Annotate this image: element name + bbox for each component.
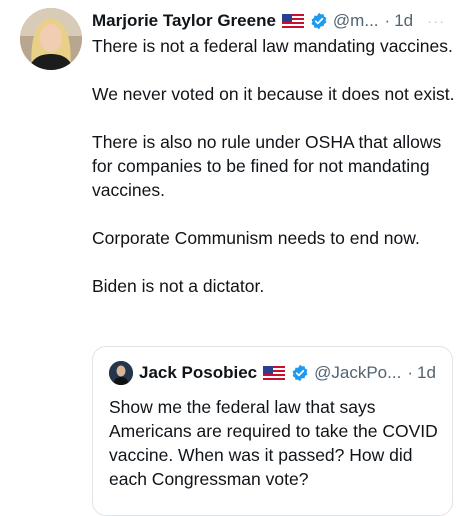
quoted-tweet[interactable]: Jack Posobiec @JackPo... · 1d Show me th… — [92, 346, 453, 516]
more-options-icon[interactable]: ··· — [427, 13, 445, 30]
tweet-timestamp[interactable]: 1d — [394, 11, 413, 31]
author-handle[interactable]: @m... — [333, 11, 379, 31]
tweet-paragraph: There is also no rule under OSHA that al… — [92, 132, 442, 200]
tweet-paragraph: Biden is not a dictator. — [92, 276, 265, 296]
us-flag-icon — [263, 366, 286, 380]
us-flag-icon — [281, 14, 304, 28]
verified-badge-icon — [292, 364, 308, 382]
tweet-text: There is not a federal law mandating vac… — [92, 34, 462, 322]
tweet-paragraph: We never voted on it because it does not… — [92, 84, 455, 104]
quoted-tweet-timestamp[interactable]: 1d — [417, 363, 436, 383]
tweet[interactable]: Marjorie Taylor Greene @m... · 1d ··· Th… — [0, 0, 473, 516]
quoted-tweet-text: Show me the federal law that says Americ… — [109, 397, 438, 489]
quoted-author-name[interactable]: Jack Posobiec — [139, 363, 257, 383]
avatar-photo-icon — [109, 361, 133, 385]
separator-dot: · — [407, 363, 413, 382]
verified-badge-icon — [311, 12, 327, 30]
tweet-paragraph: There is not a federal law mandating vac… — [92, 36, 453, 56]
tweet-header: Marjorie Taylor Greene @m... · 1d ··· — [92, 8, 462, 34]
avatar-photo-icon — [20, 8, 82, 70]
quoted-tweet-header: Jack Posobiec @JackPo... · 1d — [139, 361, 445, 385]
separator-dot: · — [384, 11, 391, 30]
author-avatar[interactable] — [20, 8, 82, 70]
author-name[interactable]: Marjorie Taylor Greene — [92, 11, 276, 31]
tweet-paragraph: Corporate Communism needs to end now. — [92, 228, 420, 248]
quoted-author-avatar[interactable] — [109, 361, 133, 385]
quoted-author-handle[interactable]: @JackPo... — [314, 363, 401, 383]
